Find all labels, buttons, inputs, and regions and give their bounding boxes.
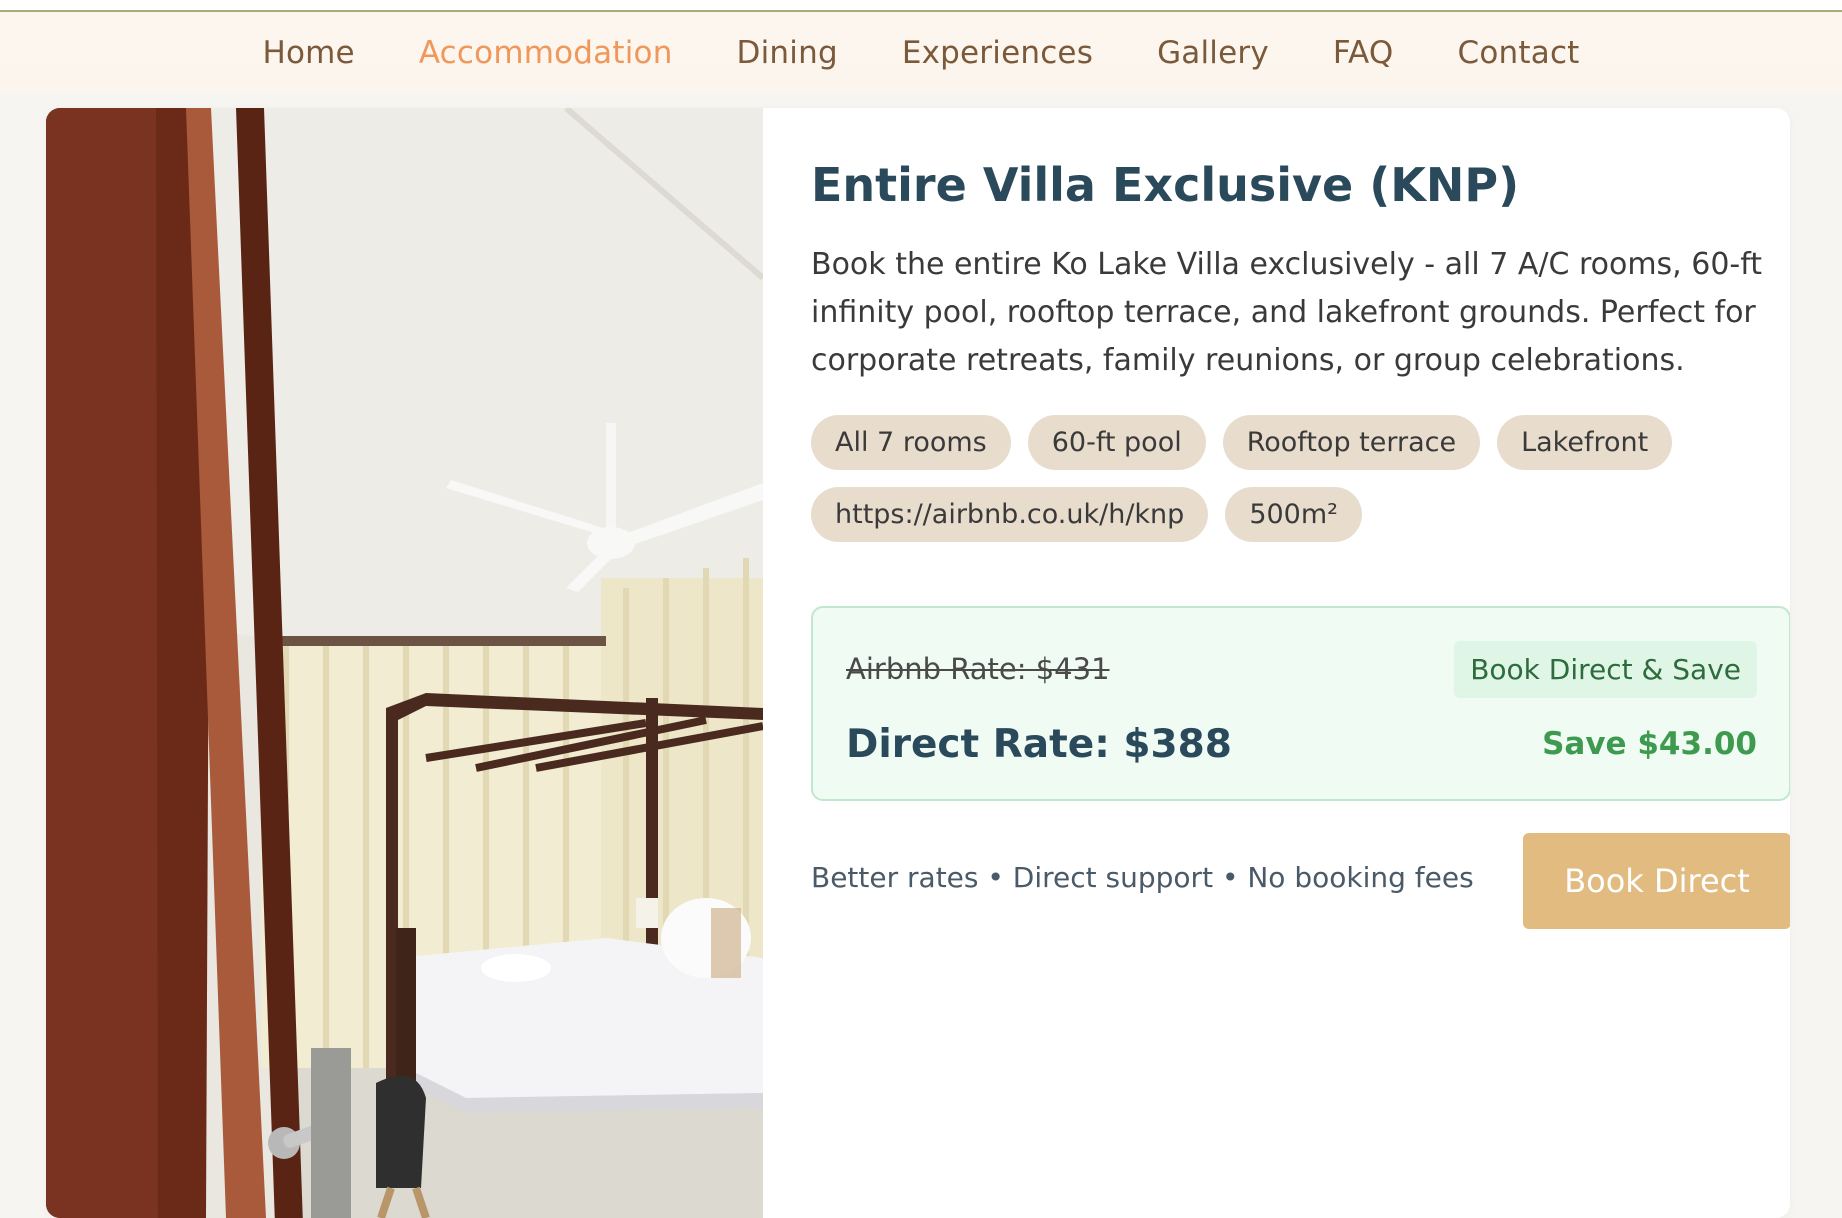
- feature-tags: All 7 rooms 60-ft pool Rooftop terrace L…: [811, 415, 1771, 543]
- tag-airbnb-link: https://airbnb.co.uk/h/knp: [811, 487, 1209, 543]
- listing-description: Book the entire Ko Lake Villa exclusivel…: [811, 247, 1763, 379]
- listing-card: Entire Villa Exclusive (KNP) Book the en…: [46, 108, 1790, 1218]
- main-nav: Home Accommodation Dining Experiences Ga…: [0, 12, 1842, 94]
- nav-dining[interactable]: Dining: [737, 35, 838, 71]
- tag-pool: 60-ft pool: [1027, 415, 1206, 471]
- bedroom-photo: [46, 108, 763, 1218]
- airbnb-rate: Airbnb Rate: $431: [846, 652, 1110, 687]
- top-border: [0, 0, 1842, 12]
- booking-row: Better rates • Direct support • No booki…: [811, 833, 1790, 930]
- tag-rooftop: Rooftop terrace: [1222, 415, 1481, 471]
- nav-contact[interactable]: Contact: [1458, 35, 1580, 71]
- listing-title: Entire Villa Exclusive (KNP): [811, 158, 1520, 212]
- listing-details: Entire Villa Exclusive (KNP) Book the en…: [811, 158, 1790, 930]
- nav-faq[interactable]: FAQ: [1333, 35, 1394, 71]
- tag-size: 500m²: [1225, 487, 1362, 543]
- tag-lakefront: Lakefront: [1497, 415, 1673, 471]
- nav-home[interactable]: Home: [262, 35, 354, 71]
- tag-rooms: All 7 rooms: [811, 415, 1011, 471]
- nav-accommodation[interactable]: Accommodation: [419, 35, 673, 71]
- book-direct-button[interactable]: Book Direct: [1523, 833, 1790, 930]
- direct-rate: Direct Rate: $388: [846, 722, 1232, 768]
- nav-gallery[interactable]: Gallery: [1157, 35, 1269, 71]
- savings-amount: Save $43.00: [1542, 726, 1757, 763]
- savings-badge: Book Direct & Save: [1454, 641, 1757, 699]
- price-comparison: Airbnb Rate: $431 Book Direct & Save Dir…: [811, 606, 1790, 802]
- nav-experiences[interactable]: Experiences: [902, 35, 1093, 71]
- booking-perks: Better rates • Direct support • No booki…: [811, 861, 1474, 895]
